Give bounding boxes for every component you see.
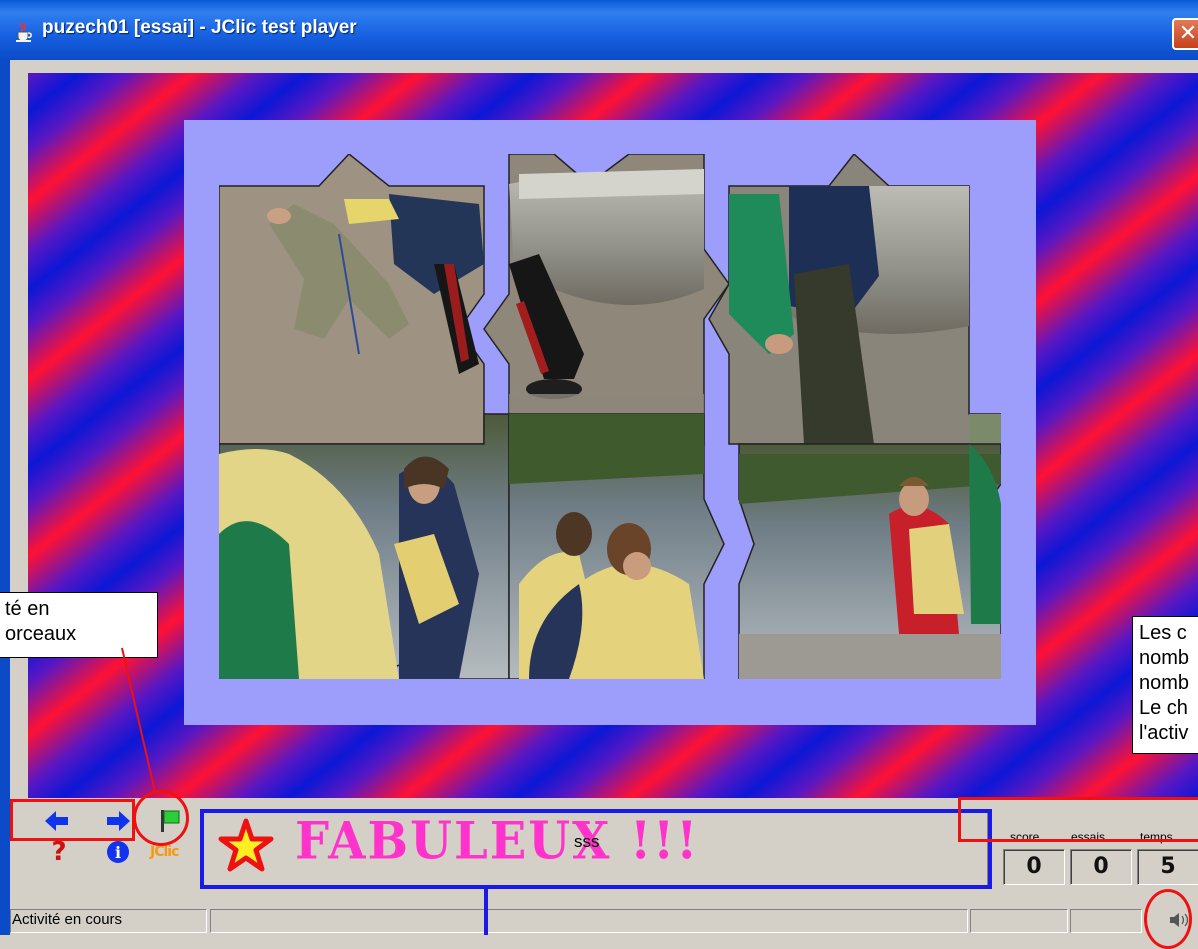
puzzle-piece[interactable]	[219, 413, 510, 679]
java-cup-icon	[16, 21, 32, 42]
status-cell-extra	[970, 909, 1068, 933]
right-callout-line: nomb	[1139, 672, 1190, 694]
status-cell-aux	[1070, 909, 1142, 933]
temps-counter: 5	[1137, 849, 1198, 885]
status-text: Activité en cours	[12, 911, 123, 928]
info-icon: i	[114, 843, 122, 862]
info-button[interactable]: i	[107, 841, 129, 863]
flag-highlight	[133, 790, 189, 846]
window-title: puzech01 [essai] - JClic test player	[42, 17, 357, 38]
right-callout-line: nomb	[1139, 647, 1190, 669]
score-counter: 0	[1003, 849, 1065, 885]
close-button[interactable]: ✕	[1172, 18, 1198, 50]
left-callout: té en orceaux	[0, 592, 158, 658]
left-callout-line: orceaux	[5, 623, 77, 645]
puzzle-piece[interactable]	[508, 413, 725, 679]
puzzle-panel	[184, 120, 1036, 725]
nav-highlight	[10, 799, 135, 841]
jclic-logo[interactable]: JClic	[150, 844, 179, 860]
title-bar: puzech01 [essai] - JClic test player ✕	[0, 0, 1198, 60]
puzzle-piece[interactable]	[219, 154, 485, 445]
essais-counter: 0	[1070, 849, 1132, 885]
puzzle-piece[interactable]	[708, 154, 1001, 445]
counters-highlight	[958, 797, 1198, 842]
sound-highlight	[1144, 889, 1192, 949]
status-bar	[10, 907, 1198, 935]
help-button[interactable]: ?	[44, 837, 74, 867]
status-cell-progress	[210, 909, 968, 933]
puzzle-piece[interactable]	[738, 443, 1001, 679]
puzzle-grid[interactable]	[219, 154, 1001, 679]
activity-stage	[28, 73, 1198, 798]
right-callout: Les c nomb nomb Le ch l'activ	[1132, 616, 1198, 754]
right-callout-line: Le ch	[1139, 697, 1188, 719]
window-frame	[0, 60, 10, 935]
right-callout-line: l'activ	[1139, 722, 1189, 744]
right-callout-line: Les c	[1139, 622, 1187, 644]
puzzle-piece[interactable]	[483, 154, 730, 445]
left-callout-line: té en	[5, 598, 50, 620]
message-highlight	[200, 809, 992, 889]
